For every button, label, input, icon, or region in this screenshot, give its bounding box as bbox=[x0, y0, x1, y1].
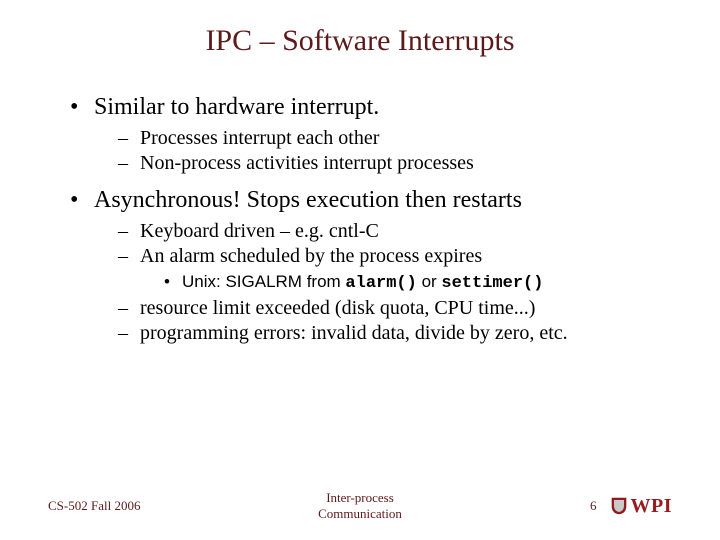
footer-center-line1: Inter-process bbox=[326, 490, 394, 505]
sub3-item: Unix: SIGALRM from alarm() or settimer() bbox=[164, 272, 670, 293]
sub3-list: Unix: SIGALRM from alarm() or settimer() bbox=[164, 272, 670, 293]
bullet-list: Similar to hardware interrupt. Processes… bbox=[70, 94, 670, 345]
sub3-text: or bbox=[417, 272, 442, 291]
sub-item: resource limit exceeded (disk quota, CPU… bbox=[118, 297, 670, 320]
wpi-logo: WPI bbox=[611, 495, 673, 518]
shield-icon bbox=[611, 497, 627, 515]
sub-item: Processes interrupt each other bbox=[118, 127, 670, 150]
bullet-item: Similar to hardware interrupt. Processes… bbox=[70, 94, 670, 175]
slide-title: IPC – Software Interrupts bbox=[50, 24, 670, 58]
footer-right: 6 WPI bbox=[512, 495, 672, 518]
slide: IPC – Software Interrupts Similar to har… bbox=[0, 0, 720, 540]
bullet-text: Similar to hardware interrupt. bbox=[94, 94, 379, 120]
footer-course: CS-502 Fall 2006 bbox=[48, 498, 208, 514]
sub-text: Processes interrupt each other bbox=[140, 127, 379, 149]
page-number: 6 bbox=[590, 498, 597, 514]
sub-list: Processes interrupt each other Non-proce… bbox=[118, 127, 670, 175]
sub-text: Keyboard driven – e.g. cntl-C bbox=[140, 220, 379, 242]
sub-text: Non-process activities interrupt process… bbox=[140, 152, 474, 174]
sub3-text: Unix: SIGALRM from bbox=[182, 272, 345, 291]
wpi-logo-text: WPI bbox=[631, 495, 673, 518]
sub-text: resource limit exceeded (disk quota, CPU… bbox=[140, 297, 535, 319]
sub-list: Keyboard driven – e.g. cntl-C An alarm s… bbox=[118, 220, 670, 345]
bullet-item: Asynchronous! Stops execution then resta… bbox=[70, 187, 670, 345]
code-text: settimer() bbox=[441, 274, 543, 293]
sub-item: Keyboard driven – e.g. cntl-C bbox=[118, 220, 670, 243]
sub-item: An alarm scheduled by the process expire… bbox=[118, 245, 670, 293]
footer-center-line2: Communication bbox=[318, 506, 402, 521]
sub-text: An alarm scheduled by the process expire… bbox=[140, 245, 482, 267]
footer-title: Inter-process Communication bbox=[208, 490, 512, 522]
bullet-text: Asynchronous! Stops execution then resta… bbox=[94, 187, 522, 213]
sub-item: programming errors: invalid data, divide… bbox=[118, 322, 670, 345]
sub-item: Non-process activities interrupt process… bbox=[118, 152, 670, 175]
sub-text: programming errors: invalid data, divide… bbox=[140, 322, 568, 344]
slide-footer: CS-502 Fall 2006 Inter-process Communica… bbox=[0, 490, 720, 522]
code-text: alarm() bbox=[345, 274, 416, 293]
